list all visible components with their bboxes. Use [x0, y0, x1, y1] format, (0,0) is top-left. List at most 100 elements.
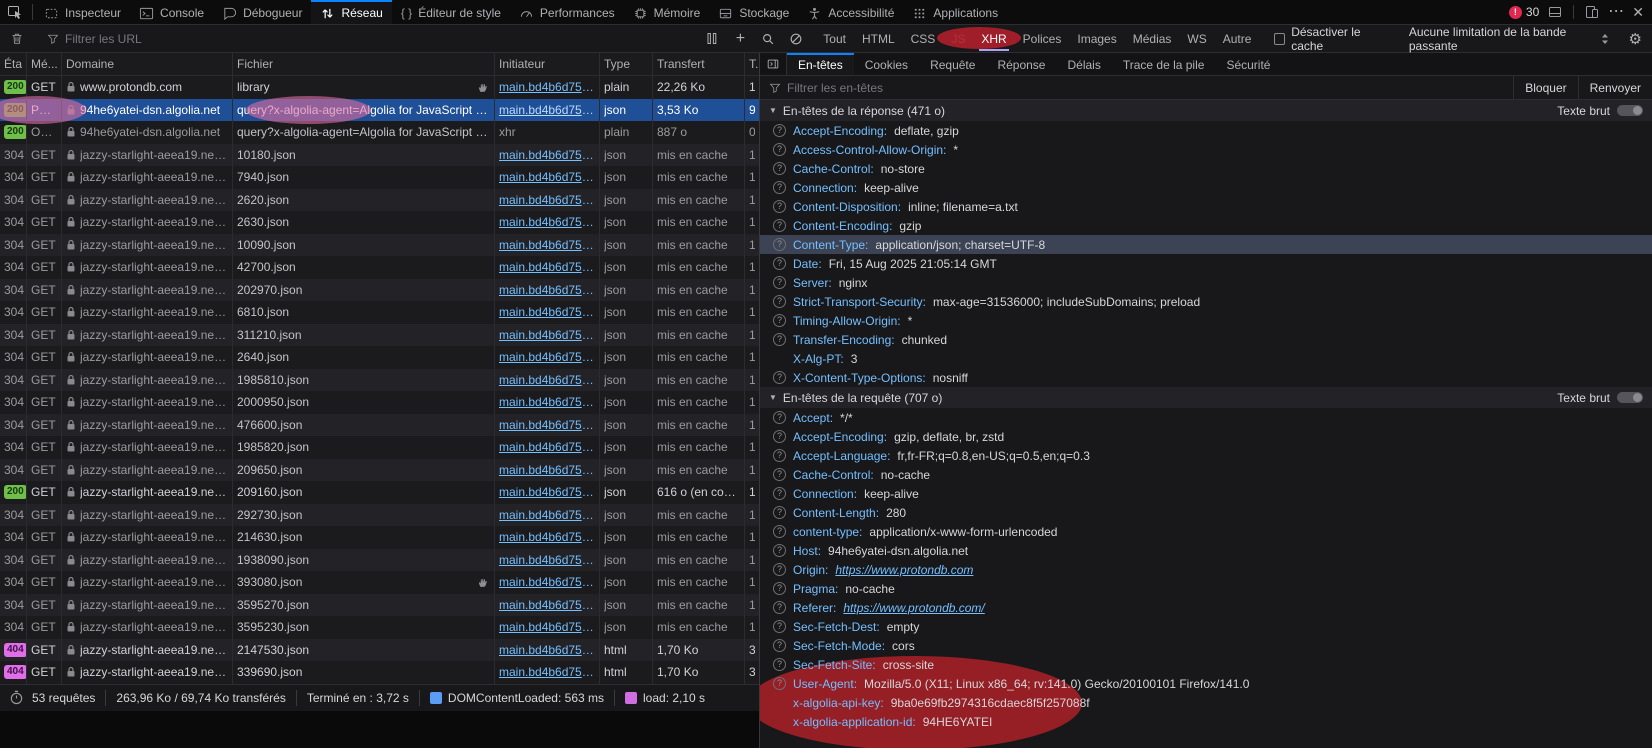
help-icon[interactable]: ? [773, 295, 786, 308]
filter-ws[interactable]: WS [1179, 25, 1214, 52]
initiator-cell[interactable]: main.bd4b6d75.j… [495, 481, 600, 504]
header-row[interactable]: ? X-Alg-PT 3 [760, 349, 1652, 368]
table-row[interactable]: 304 GET jazzy-starlight-aeea19.netli… 26… [0, 211, 759, 234]
tab-cookies[interactable]: Cookies [854, 53, 919, 75]
initiator-cell[interactable]: main.bd4b6d75.j… [495, 76, 600, 99]
headers-filter-input[interactable] [787, 81, 1504, 95]
table-row[interactable]: 304 GET jazzy-starlight-aeea19.netli… 19… [0, 549, 759, 572]
tab-inspecteur[interactable]: Inspecteur [35, 0, 130, 24]
header-row[interactable]: ? Sec-Fetch-Site cross-site [760, 655, 1652, 674]
more-options-icon[interactable]: ⋯ [1608, 7, 1624, 17]
filter-medias[interactable]: Médias [1125, 25, 1180, 52]
initiator-cell[interactable]: main.bd4b6d75.j… [495, 256, 600, 279]
help-icon[interactable]: ? [773, 639, 786, 652]
help-icon[interactable]: ? [773, 371, 786, 384]
initiator-cell[interactable]: main.bd4b6d75.j… [495, 369, 600, 392]
tab-delais[interactable]: Délais [1056, 53, 1111, 75]
table-row[interactable]: 304 GET jazzy-starlight-aeea19.netli… 35… [0, 594, 759, 617]
col-method[interactable]: Mé... [27, 53, 62, 75]
help-icon[interactable]: ? [773, 200, 786, 213]
help-icon[interactable]: ? [773, 276, 786, 289]
header-row[interactable]: ? Transfer-Encoding chunked [760, 330, 1652, 349]
tab-securite[interactable]: Sécurité [1215, 53, 1281, 75]
initiator-cell[interactable]: main.bd4b6d75.j… [495, 414, 600, 437]
header-row[interactable]: ? Date Fri, 15 Aug 2025 21:05:14 GMT [760, 254, 1652, 273]
filter-polices[interactable]: Polices [1015, 25, 1070, 52]
initiator-cell[interactable]: main.bd4b6d75.j… [495, 616, 600, 639]
help-icon[interactable]: ? [773, 658, 786, 671]
tab-en-tetes[interactable]: En-têtes [787, 53, 854, 75]
raw-toggle[interactable] [1617, 105, 1643, 116]
initiator-cell[interactable]: main.bd4b6d75.j… [495, 639, 600, 662]
header-row[interactable]: ? Content-Encoding gzip [760, 216, 1652, 235]
tab-memoire[interactable]: Mémoire [624, 0, 710, 24]
help-icon[interactable]: ? [773, 544, 786, 557]
initiator-cell[interactable]: main.bd4b6d75.j… [495, 211, 600, 234]
help-icon[interactable]: ? [773, 468, 786, 481]
error-count-button[interactable]: ! 30 [1509, 5, 1539, 19]
header-row[interactable]: ? Content-Disposition inline; filename=a… [760, 197, 1652, 216]
help-icon[interactable]: ? [773, 314, 786, 327]
header-row[interactable]: ? Accept-Language fr,fr-FR;q=0.8,en-US;q… [760, 446, 1652, 465]
initiator-cell[interactable]: main.bd4b6d75.j… [495, 661, 600, 684]
header-row[interactable]: ? Origin https://www.protondb.com [760, 560, 1652, 579]
filter-autre[interactable]: Autre [1215, 25, 1260, 52]
initiator-cell[interactable]: main.bd4b6d75.j… [495, 391, 600, 414]
tab-stockage[interactable]: Stockage [709, 0, 798, 24]
stopwatch-icon[interactable] [9, 690, 24, 705]
collapse-panel-icon[interactable] [760, 53, 787, 75]
header-row[interactable]: ? content-type application/x-www-form-ur… [760, 522, 1652, 541]
col-transfer[interactable]: Transfert [653, 53, 745, 75]
table-row[interactable]: 304 GET jazzy-starlight-aeea19.netli… 29… [0, 504, 759, 527]
initiator-cell[interactable]: main.bd4b6d75.j… [495, 99, 600, 122]
table-row[interactable]: 200 OP… 94he6yatei-dsn.algolia.net query… [0, 121, 759, 144]
tab-trace-de-la-pile[interactable]: Trace de la pile [1112, 53, 1216, 75]
col-size[interactable]: T... [745, 53, 759, 75]
block-icon[interactable] [782, 25, 810, 52]
table-row[interactable]: 304 GET jazzy-starlight-aeea19.netli… 68… [0, 301, 759, 324]
initiator-cell[interactable]: main.bd4b6d75.j… [495, 324, 600, 347]
table-row[interactable]: 304 GET jazzy-starlight-aeea19.netli… 20… [0, 279, 759, 302]
table-row[interactable]: 200 GET jazzy-starlight-aeea19.netli… 20… [0, 481, 759, 504]
initiator-cell[interactable]: main.bd4b6d75.j… [495, 144, 600, 167]
table-row[interactable]: 200 POST 94he6yatei-dsn.algolia.net quer… [0, 99, 759, 122]
initiator-cell[interactable]: main.bd4b6d75.j… [495, 436, 600, 459]
help-icon[interactable]: ? [773, 181, 786, 194]
col-initiator[interactable]: Initiateur [495, 53, 600, 75]
pause-icon[interactable] [698, 25, 726, 52]
har-settings-gear-icon[interactable]: ⚙ [1619, 30, 1652, 48]
table-row[interactable]: 200 GET www.protondb.com library main.bd… [0, 76, 759, 99]
table-row[interactable]: 304 GET jazzy-starlight-aeea19.netli… 20… [0, 459, 759, 482]
table-row[interactable]: 304 GET jazzy-starlight-aeea19.netli… 19… [0, 369, 759, 392]
header-row[interactable]: ? Accept-Encoding deflate, gzip [760, 121, 1652, 140]
throttling-select[interactable]: Aucune limitation de la bande passante [1399, 25, 1619, 52]
table-row[interactable]: 304 GET jazzy-starlight-aeea19.netli… 10… [0, 144, 759, 167]
raw-toggle[interactable] [1617, 392, 1643, 403]
header-row[interactable]: ? Connection keep-alive [760, 178, 1652, 197]
request-headers-section[interactable]: ▼ En-têtes de la requête (707 o) Texte b… [760, 387, 1652, 408]
block-button[interactable]: Bloquer [1513, 76, 1577, 99]
help-icon[interactable]: ? [773, 525, 786, 538]
tab-accessibilite[interactable]: Accessibilité [798, 0, 903, 24]
table-row[interactable]: 304 GET jazzy-starlight-aeea19.netli… 26… [0, 346, 759, 369]
filter-xhr[interactable]: XHR [973, 25, 1014, 52]
help-icon[interactable]: ? [773, 487, 786, 500]
response-headers-section[interactable]: ▼ En-têtes de la réponse (471 o) Texte b… [760, 100, 1652, 121]
tab-applications[interactable]: Applications [903, 0, 1007, 24]
initiator-cell[interactable]: main.bd4b6d75.j… [495, 346, 600, 369]
new-request-icon[interactable]: + [726, 25, 754, 52]
close-icon[interactable]: ✕ [1632, 4, 1644, 21]
help-icon[interactable]: ? [773, 620, 786, 633]
help-icon[interactable]: ? [773, 238, 786, 251]
split-console-icon[interactable] [1547, 4, 1563, 20]
header-row[interactable]: ? Sec-Fetch-Dest empty [760, 617, 1652, 636]
disable-cache-checkbox[interactable]: Désactiver le cache [1264, 25, 1394, 53]
help-icon[interactable]: ? [773, 506, 786, 519]
pick-element-icon[interactable] [0, 0, 30, 24]
search-icon[interactable] [754, 25, 782, 52]
initiator-cell[interactable]: main.bd4b6d75.j… [495, 504, 600, 527]
initiator-cell[interactable]: main.bd4b6d75.j… [495, 459, 600, 482]
table-row[interactable]: 404 GET jazzy-starlight-aeea19.netli… 33… [0, 661, 759, 684]
tab-console[interactable]: Console [130, 0, 213, 24]
url-filter[interactable] [39, 25, 693, 52]
